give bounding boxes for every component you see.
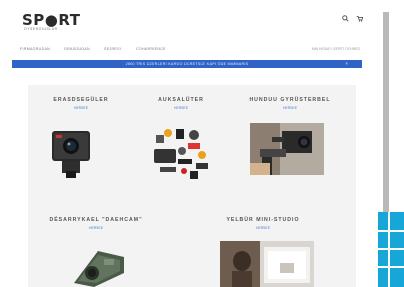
category-title: AUKSALÜTER [158,97,204,103]
promo-banner: 2500 TRIS ÜZERLERI KARGO ÜCRETSIZ! KAPI … [12,60,362,68]
decorative-tile-grid [374,212,404,287]
main-nav: FIRMAGRUDAN GRASGUDAN SEJRESI COHARRIENC… [20,47,360,55]
accessory-kit-image[interactable] [152,125,212,181]
scrollbar[interactable] [383,12,389,212]
close-icon[interactable]: × [345,61,348,66]
nav-item[interactable]: FIRMAGRUDAN [20,47,50,51]
category-card[interactable]: ERASDSEGÜLER HERSEE [42,97,120,110]
category-title: DÉSARRYKAEL "DAEHCAM" [49,217,143,223]
action-camera-image[interactable] [46,127,96,179]
category-link[interactable]: HERSEE [146,106,216,110]
brand-tagline: GYSERGIUSLAR [24,27,58,31]
banner-text: 2500 TRIS ÜZERLERI KARGO ÜCRETSIZ! KAPI … [125,61,249,66]
category-card[interactable]: HUNDUU GYRÜSTERBEL HERSEE [240,97,340,110]
gimbal-stabilizer-image[interactable] [250,123,324,175]
category-card[interactable]: AUKSALÜTER HERSEE [146,97,216,110]
mini-studio-image[interactable] [220,241,314,287]
nav-item[interactable]: GRASGUDAN [64,47,90,51]
category-title: YELBÜR MINI-STUDIO [226,217,300,223]
search-icon[interactable] [342,15,349,24]
cart-icon[interactable] [356,15,364,24]
dash-cam-image[interactable] [68,243,130,287]
category-title: HUNDUU GYRÜSTERBEL [249,97,331,103]
category-link[interactable]: HERSEE [46,226,146,230]
store-page: SP●RT GYSERGIUSLAR FIRMAGRUDAN GRASGUDAN… [0,0,378,287]
category-link[interactable]: HERSEE [42,106,120,110]
nav-item[interactable]: COHARRIENCE [136,47,166,51]
category-grid: ERASDSEGÜLER HERSEE AUKSALÜTER HERSEE HU… [28,85,356,287]
category-card[interactable]: DÉSARRYKAEL "DAEHCAM" HERSEE [46,217,146,230]
nav-item[interactable]: SEJRESI [104,47,121,51]
account-link[interactable]: MIN HESAP / SEPET OCHRED [312,47,360,51]
category-link[interactable]: HERSEE [208,226,318,230]
category-link[interactable]: HERSEE [240,106,340,110]
category-card[interactable]: YELBÜR MINI-STUDIO HERSEE [208,217,318,230]
category-title: ERASDSEGÜLER [53,97,109,103]
